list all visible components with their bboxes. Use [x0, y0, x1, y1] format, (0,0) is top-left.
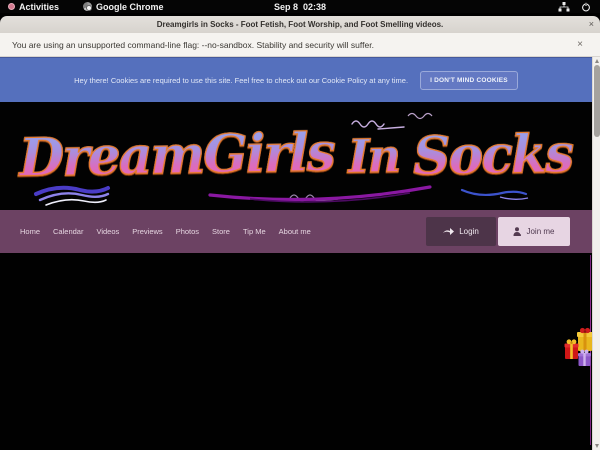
logo-word-in: In	[348, 133, 400, 180]
scrollbar-thumb[interactable]	[594, 65, 600, 137]
activities-label: Activities	[19, 2, 59, 12]
nav-item-aboutme[interactable]: About me	[279, 227, 311, 236]
nav-item-previews[interactable]: Previews	[132, 227, 162, 236]
cookie-banner: Hey there! Cookies are required to use t…	[0, 57, 592, 102]
window-close-icon[interactable]: ×	[589, 19, 594, 29]
gnome-top-bar: Activities Google Chrome Sep 8 02:38	[0, 0, 600, 13]
nav-item-photos[interactable]: Photos	[176, 227, 199, 236]
join-label: Join me	[526, 227, 554, 236]
page-scrollbar[interactable]	[592, 57, 600, 450]
nav-item-calendar[interactable]: Calendar	[53, 227, 83, 236]
logo-word-socks: Socks	[413, 129, 573, 184]
login-button[interactable]: Login	[426, 217, 496, 246]
app-menu-label: Google Chrome	[96, 2, 164, 12]
screen: Activities Google Chrome Sep 8 02:38	[0, 0, 600, 450]
chrome-infobar: You are using an unsupported command-lin…	[0, 33, 600, 57]
main-content-area	[0, 253, 592, 450]
nav-item-store[interactable]: Store	[212, 227, 230, 236]
logo-word-dreamgirls: DreamGirls	[19, 127, 335, 184]
nav-item-videos[interactable]: Videos	[96, 227, 119, 236]
network-tree-icon[interactable]	[558, 2, 570, 12]
site-logo[interactable]: DreamGirls In Socks	[0, 102, 592, 210]
scrollbar-down-arrow[interactable]	[593, 442, 600, 450]
infobar-close-icon[interactable]: ×	[577, 39, 588, 50]
activities-dot-icon	[8, 3, 15, 10]
scrollbar-up-arrow[interactable]	[593, 57, 600, 65]
window-title-bar[interactable]: Dreamgirls in Socks - Foot Fetish, Foot …	[0, 16, 600, 33]
main-navigation: Home Calendar Videos Previews Photos Sto…	[0, 210, 592, 253]
infobar-message: You are using an unsupported command-lin…	[12, 40, 374, 50]
site-header: DreamGirls In Socks	[0, 102, 592, 210]
nav-item-home[interactable]: Home	[20, 227, 40, 236]
login-arrow-icon	[443, 228, 454, 236]
chrome-icon	[83, 2, 92, 11]
gift-boxes-icon[interactable]	[564, 323, 592, 373]
login-label: Login	[459, 227, 479, 236]
person-icon	[513, 227, 521, 236]
browser-viewport: Hey there! Cookies are required to use t…	[0, 57, 600, 450]
cookie-message: Hey there! Cookies are required to use t…	[74, 76, 408, 85]
power-icon[interactable]	[581, 2, 591, 12]
cookie-accept-button[interactable]: I DON'T MIND COOKIES	[420, 71, 518, 90]
app-menu-google-chrome[interactable]: Google Chrome	[83, 2, 164, 12]
join-button[interactable]: Join me	[498, 217, 570, 246]
nav-item-tipme[interactable]: Tip Me	[243, 227, 266, 236]
activities-button[interactable]: Activities	[8, 2, 59, 12]
window-title: Dreamgirls in Socks - Foot Fetish, Foot …	[157, 20, 444, 29]
webpage: Hey there! Cookies are required to use t…	[0, 57, 592, 450]
